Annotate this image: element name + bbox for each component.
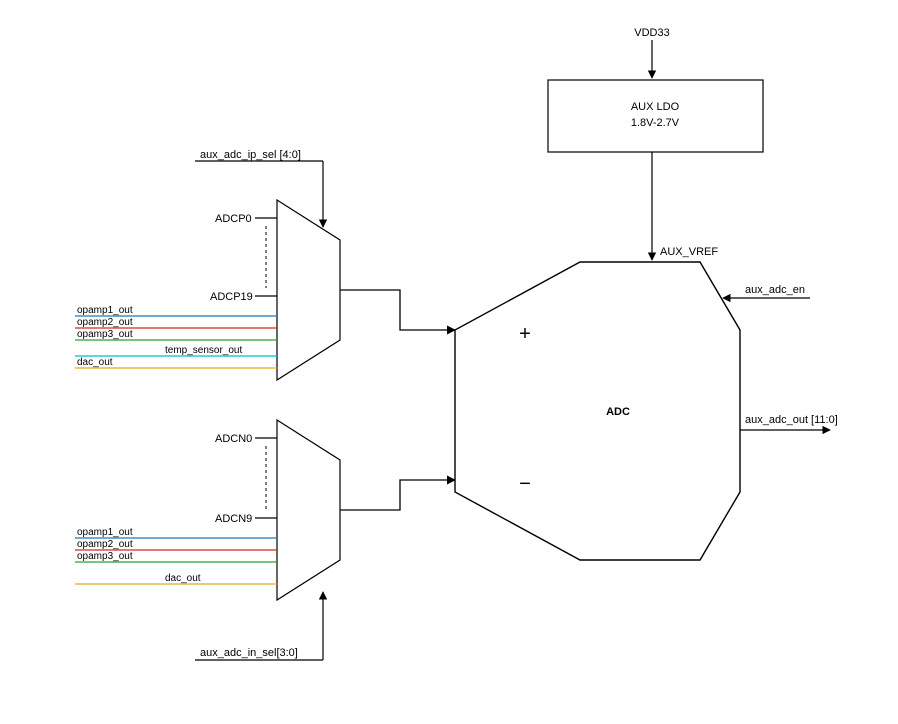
- opamp1-n-label: opamp1_out: [77, 527, 133, 538]
- dac-out-n-label: dac_out: [165, 573, 201, 584]
- mux-n: [277, 420, 340, 600]
- aux-adc-out-label: aux_adc_out [11:0]: [745, 414, 838, 426]
- aux-ldo-title: AUX LDO: [631, 101, 680, 113]
- mux-p-to-adc-wire: [340, 290, 455, 330]
- adc-minus-icon: −: [519, 473, 531, 495]
- adc-title: ADC: [606, 406, 630, 418]
- ip-sel-label: aux_adc_ip_sel [4:0]: [200, 149, 301, 161]
- aux-adc-en-label: aux_adc_en: [745, 284, 805, 296]
- adcp19-label: ADCP19: [210, 291, 253, 303]
- mux-p: [277, 200, 340, 380]
- in-sel-label: aux_adc_in_sel[3:0]: [200, 647, 298, 659]
- adcp0-label: ADCP0: [215, 213, 252, 225]
- adcn0-label: ADCN0: [215, 433, 252, 445]
- temp-sensor-p-label: temp_sensor_out: [165, 345, 242, 356]
- mux-n-to-adc-wire: [340, 480, 455, 510]
- aux-vref-label: AUX_VREF: [660, 246, 718, 258]
- adc-block-diagram: VDD33 AUX LDO 1.8V-2.7V AUX_VREF ADC + −…: [0, 0, 898, 724]
- adcn9-label: ADCN9: [215, 513, 252, 525]
- aux-ldo-box: [548, 80, 763, 152]
- aux-ldo-subtitle: 1.8V-2.7V: [631, 117, 680, 129]
- opamp3-p-label: opamp3_out: [77, 329, 133, 340]
- adc-block: [455, 262, 740, 560]
- dac-out-p-label: dac_out: [77, 357, 113, 368]
- vdd33-label: VDD33: [634, 27, 669, 39]
- opamp1-p-label: opamp1_out: [77, 305, 133, 316]
- opamp3-n-label: opamp3_out: [77, 551, 133, 562]
- opamp2-p-label: opamp2_out: [77, 317, 133, 328]
- opamp2-n-label: opamp2_out: [77, 539, 133, 550]
- adc-plus-icon: +: [519, 323, 531, 345]
